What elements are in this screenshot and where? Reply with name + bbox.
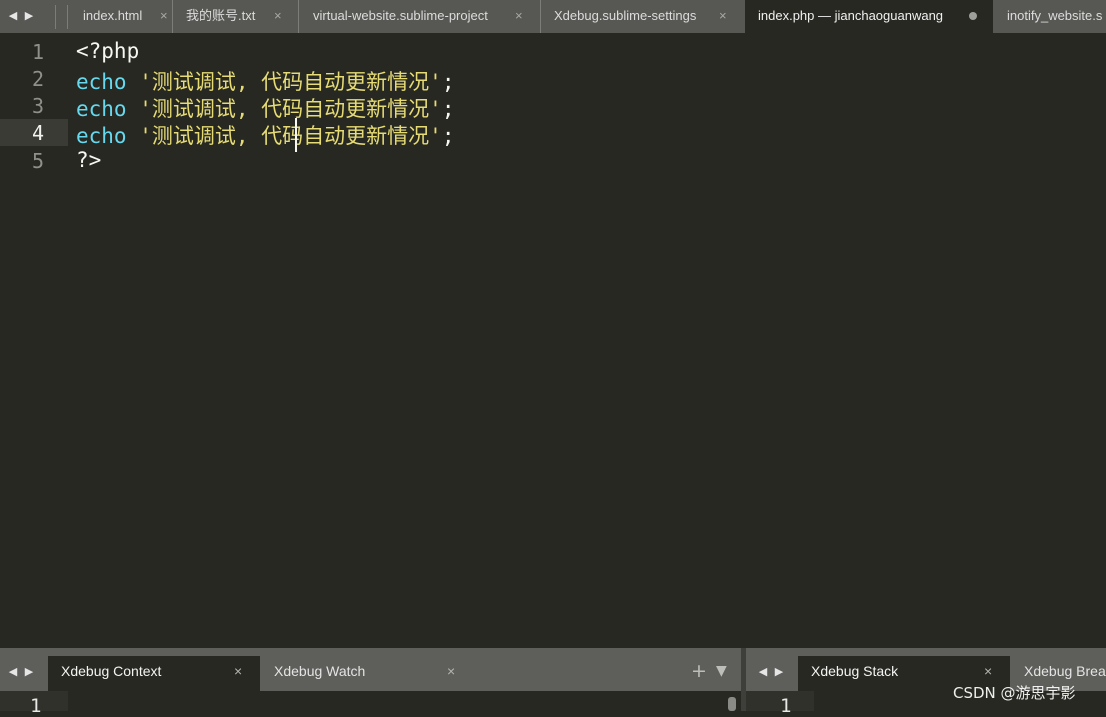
- line-number: 1: [30, 695, 42, 717]
- keyword-echo: echo: [76, 70, 127, 94]
- string-literal: '测试调试, 代码自动更新情况': [139, 97, 442, 121]
- close-tab-icon[interactable]: ×: [719, 0, 727, 31]
- code-text: <?php: [76, 39, 139, 63]
- code-editor[interactable]: 1 <?php 2 echo '测试调试, 代码自动更新情况'; 3 echo …: [0, 33, 1106, 648]
- semicolon: ;: [441, 124, 455, 148]
- tab-index-html[interactable]: index.html ×: [68, 0, 172, 33]
- string-literal: '测试调试, 代码自动更新情况': [139, 124, 442, 148]
- tab-index-php[interactable]: index.php — jianchaoguanwang: [745, 0, 993, 33]
- scroll-left-arrow-icon[interactable]: ◀: [756, 656, 770, 687]
- close-tab-icon[interactable]: ×: [274, 0, 282, 31]
- code-text: ?>: [76, 148, 101, 172]
- watermark: CSDN @游思宇影: [953, 684, 1076, 702]
- tab-label: Xdebug Context: [61, 663, 162, 679]
- scroll-right-arrow-icon[interactable]: ▶: [22, 656, 36, 687]
- code-line[interactable]: 1 <?php: [0, 38, 1106, 65]
- tab-inotify-website[interactable]: inotify_website.s: [993, 0, 1106, 33]
- tab-divider: [55, 5, 56, 29]
- tab-label: virtual-website.sublime-project: [313, 8, 488, 23]
- xdebug-context-panel[interactable]: 1: [0, 691, 741, 717]
- line-number: 3: [31, 94, 44, 118]
- panel-menu-icon[interactable]: ▼: [716, 656, 727, 687]
- tab-label: Xdebug Watch: [274, 663, 366, 679]
- scroll-left-arrow-icon[interactable]: ◀: [6, 656, 20, 687]
- close-tab-icon[interactable]: ×: [160, 0, 168, 31]
- tab-label: Xdebug Stack: [811, 663, 899, 679]
- semicolon: ;: [441, 70, 455, 94]
- scroll-left-arrow-icon[interactable]: ◀: [6, 0, 20, 33]
- code-line[interactable]: 3 echo '测试调试, 代码自动更新情况';: [0, 92, 1106, 121]
- line-number: 5: [31, 149, 44, 173]
- line-number: 1: [780, 695, 792, 717]
- code-text: echo '测试调试, 代码自动更新情况';: [76, 120, 454, 150]
- tab-label: index.php — jianchaoguanwang: [758, 8, 944, 23]
- code-line[interactable]: 5 ?>: [0, 147, 1106, 174]
- line-number: 2: [31, 67, 44, 91]
- tab-xdebug-context[interactable]: Xdebug Context ×: [48, 656, 260, 691]
- keyword-echo: echo: [76, 124, 127, 148]
- scrollbar-thumb[interactable]: [728, 697, 736, 711]
- tab-xdebug-settings[interactable]: Xdebug.sublime-settings ×: [540, 0, 745, 33]
- code-line-current[interactable]: 4 echo '测试调试, 代码自动更新情况';: [0, 119, 1106, 148]
- scroll-right-arrow-icon[interactable]: ▶: [772, 656, 786, 687]
- text-cursor: [295, 118, 297, 152]
- keyword-echo: echo: [76, 97, 127, 121]
- line-number: 4: [31, 121, 44, 145]
- tab-label: index.html: [83, 8, 143, 23]
- unsaved-dot-icon[interactable]: [969, 12, 977, 20]
- tab-label: Xdebug.sublime-settings: [554, 8, 697, 23]
- scroll-right-arrow-icon[interactable]: ▶: [22, 0, 36, 33]
- php-close-tag: ?>: [76, 148, 102, 172]
- php-open-tag: <?php: [76, 39, 140, 63]
- close-tab-icon[interactable]: ×: [234, 656, 242, 687]
- tab-bar: ◀ ▶ index.html × 我的账号.txt × virtual-webs…: [0, 0, 1106, 33]
- string-literal: '测试调试, 代码自动更新情况': [139, 70, 442, 94]
- tab-account-txt[interactable]: 我的账号.txt ×: [172, 0, 298, 33]
- tab-label: inotify_website.s: [1007, 8, 1103, 23]
- tab-label: 我的账号.txt: [186, 8, 256, 23]
- debug-panel-tabbar: ◀ ▶ Xdebug Context × Xdebug Watch × + ▼ …: [0, 648, 1106, 691]
- tab-sublime-project[interactable]: virtual-website.sublime-project ×: [298, 0, 540, 33]
- line-number: 1: [31, 40, 44, 64]
- add-panel-icon[interactable]: +: [691, 656, 707, 687]
- tab-xdebug-watch[interactable]: Xdebug Watch ×: [260, 656, 472, 691]
- semicolon: ;: [441, 97, 455, 121]
- close-tab-icon[interactable]: ×: [447, 656, 455, 687]
- close-tab-icon[interactable]: ×: [515, 0, 523, 31]
- code-line[interactable]: 2 echo '测试调试, 代码自动更新情况';: [0, 65, 1106, 94]
